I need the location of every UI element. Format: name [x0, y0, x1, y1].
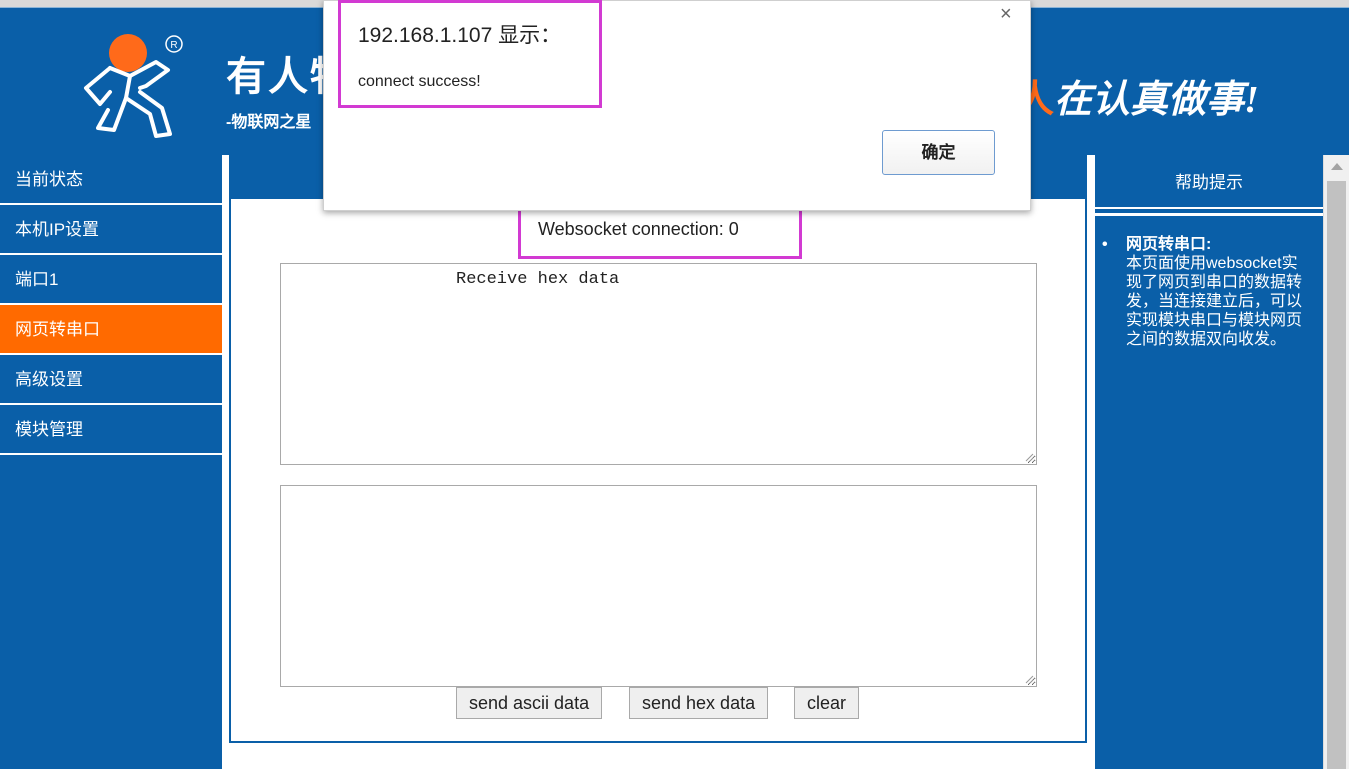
sidebar-item-advanced[interactable]: 高级设置	[0, 355, 222, 405]
send-ascii-button[interactable]: send ascii data	[456, 687, 603, 719]
help-bullet: •	[1102, 236, 1108, 253]
sidebar-item-port1[interactable]: 端口1	[0, 255, 222, 305]
sidebar-item-module-management[interactable]: 模块管理	[0, 405, 222, 455]
dialog-ok-button[interactable]: 确定	[882, 130, 995, 175]
send-hex-button[interactable]: send hex data	[629, 687, 769, 719]
sidebar-nav: 当前状态 本机IP设置 端口1 网页转串口 高级设置 模块管理	[0, 155, 222, 769]
close-icon[interactable]: ×	[1000, 3, 1012, 26]
clear-button[interactable]: clear	[794, 687, 860, 719]
help-header: 帮助提示	[1095, 159, 1323, 209]
sidebar-item-web-to-serial[interactable]: 网页转串口	[0, 305, 222, 355]
scrollbar-thumb[interactable]	[1327, 181, 1346, 769]
dialog-message: connect success!	[358, 73, 481, 90]
dialog-highlight	[338, 0, 602, 108]
help-title: 网页转串口:	[1126, 236, 1212, 253]
scroll-up-arrow-icon[interactable]	[1331, 163, 1343, 170]
sidebar-item-current-status[interactable]: 当前状态	[0, 155, 222, 205]
help-text: 本页面使用websocket实现了网页到串口的数据转发，当连接建立后，可以实现模…	[1126, 255, 1303, 348]
receive-textarea[interactable]	[280, 263, 1037, 465]
usr-logo-icon: R	[70, 26, 190, 146]
brand-subtitle: -物联网之星	[226, 114, 312, 131]
dialog-title: 192.168.1.107 显示：	[358, 24, 562, 47]
slogan: 人在认真做事!	[1016, 68, 1259, 123]
slogan-text: 在认真做事!	[1054, 79, 1259, 121]
alert-dialog: 192.168.1.107 显示： connect success! × 确定	[323, 0, 1031, 211]
svg-text:R: R	[170, 40, 177, 51]
help-content: • 网页转串口: 本页面使用websocket实现了网页到串口的数据转发，当连接…	[1102, 235, 1302, 349]
resize-grip-icon[interactable]	[1024, 674, 1034, 684]
page-scrollbar[interactable]	[1323, 155, 1349, 769]
websocket-status: Websocket connection: 0	[538, 219, 739, 239]
send-textarea[interactable]	[280, 485, 1037, 687]
sidebar-item-local-ip[interactable]: 本机IP设置	[0, 205, 222, 255]
resize-grip-icon[interactable]	[1024, 452, 1034, 462]
